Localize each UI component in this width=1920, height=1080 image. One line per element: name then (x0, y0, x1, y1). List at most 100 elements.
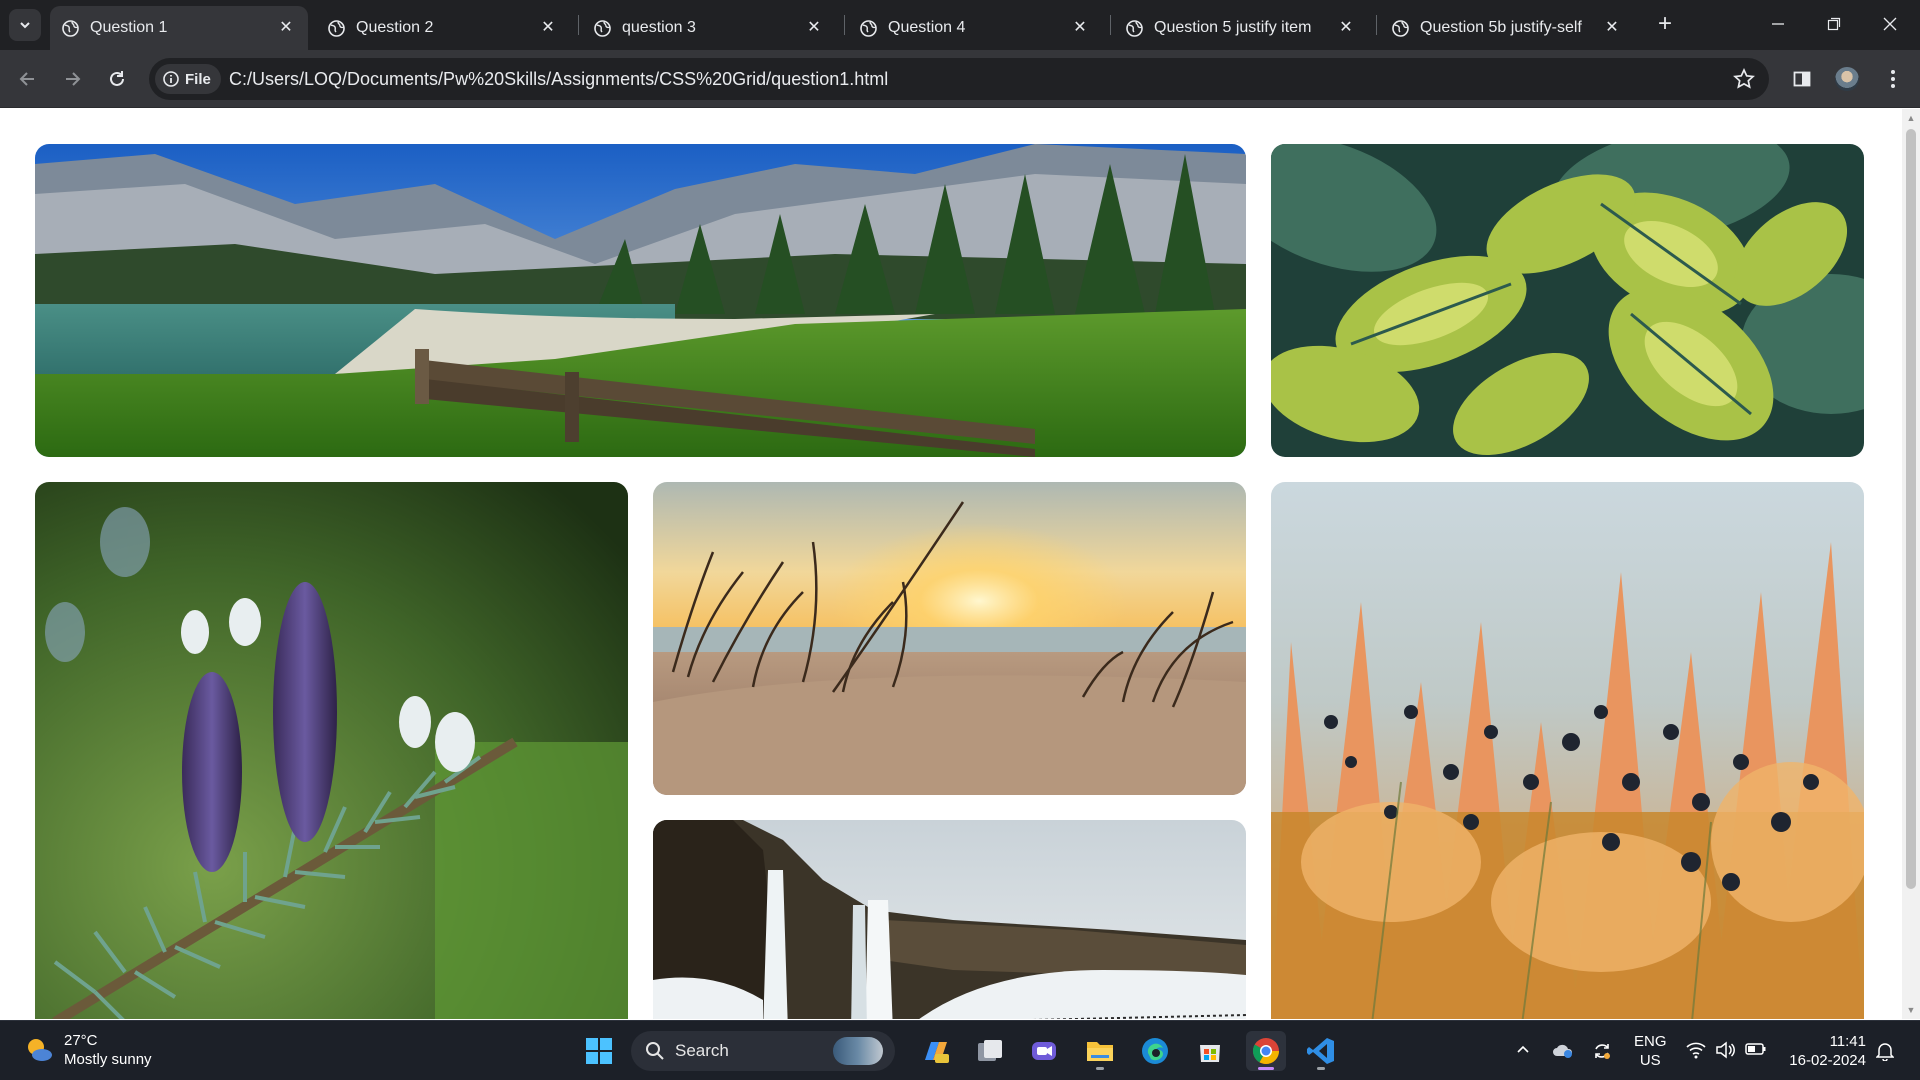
side-panel-icon (1793, 71, 1811, 87)
forward-button[interactable] (56, 63, 88, 95)
cloud-icon (1553, 1044, 1573, 1058)
taskbar: 27°C Mostly sunny Search ENG US 11:41 16… (0, 1020, 1920, 1080)
tab-question-1[interactable]: Question 1 ✕ (50, 6, 308, 50)
gallery-image-beach-sunset (653, 482, 1246, 795)
tab-separator (578, 15, 579, 35)
address-bar[interactable]: File C:/Users/LOQ/Documents/Pw%20Skills/… (149, 58, 1769, 100)
tab-title: Question 2 (356, 19, 434, 36)
page-scrollbar[interactable]: ▲ ▼ (1902, 109, 1920, 1019)
chevron-up-icon (1517, 1045, 1529, 1053)
partly-sunny-icon (28, 1039, 52, 1061)
speaker-icon (1716, 1041, 1735, 1059)
system-clock[interactable]: 11:41 16-02-2024 (1786, 1032, 1866, 1070)
reload-button[interactable] (101, 63, 133, 95)
taskbar-search[interactable]: Search (631, 1031, 895, 1071)
close-tab-icon[interactable]: ✕ (1336, 17, 1356, 37)
taskbar-app-vscode[interactable] (1301, 1031, 1341, 1071)
avatar (1835, 67, 1859, 91)
tab-title: Question 5 justify item (1154, 19, 1312, 36)
scrollbar-thumb[interactable] (1906, 129, 1916, 889)
tab-question-5b[interactable]: Question 5b justify-self ✕ (1380, 6, 1634, 50)
store-icon (1200, 1045, 1220, 1062)
weather-widget[interactable]: 27°C Mostly sunny (24, 1031, 152, 1069)
page-viewport (0, 109, 1902, 1019)
browser-menu-button[interactable] (1877, 63, 1909, 95)
tab-title: question 3 (622, 19, 696, 36)
url-text[interactable]: C:/Users/LOQ/Documents/Pw%20Skills/Assig… (229, 69, 888, 90)
wifi-tray[interactable] (1686, 1041, 1706, 1064)
tab-title: Question 4 (888, 19, 966, 36)
plus-icon: + (1657, 10, 1672, 37)
taskbar-app-file-explorer[interactable] (1080, 1031, 1120, 1071)
bell-icon (1875, 1043, 1895, 1062)
task-view-icon (978, 1040, 1002, 1061)
scroll-up-icon[interactable]: ▲ (1906, 113, 1916, 123)
arrow-right-icon (66, 72, 81, 86)
site-info-chip[interactable]: File (155, 64, 221, 94)
taskbar-app-edge[interactable] (1135, 1031, 1175, 1071)
battery-tray[interactable] (1745, 1041, 1767, 1062)
browser-toolbar: File C:/Users/LOQ/Documents/Pw%20Skills/… (0, 50, 1920, 108)
tab-strip: Question 1 ✕ Question 2 ✕ question 3 ✕ Q… (0, 0, 1920, 50)
scheme-label: File (185, 70, 211, 88)
tab-question-3[interactable]: question 3 ✕ (582, 6, 836, 50)
gallery-image-waterfall (653, 820, 1246, 1019)
globe-icon (1392, 20, 1409, 37)
sync-tray[interactable] (1592, 1041, 1612, 1066)
restore-button[interactable] (1808, 0, 1860, 48)
taskbar-app-task-view[interactable] (970, 1031, 1010, 1071)
bookmark-star-icon[interactable] (1733, 68, 1755, 90)
globe-icon (1126, 20, 1143, 37)
gallery-image-mountain-lake (35, 144, 1246, 457)
volume-tray[interactable] (1715, 1041, 1735, 1064)
notifications-button[interactable] (1875, 1041, 1895, 1066)
tab-title: Question 5b justify-self (1420, 19, 1582, 36)
edge-icon (1142, 1038, 1168, 1064)
show-hidden-icons-button[interactable] (1515, 1041, 1531, 1062)
taskbar-app-store[interactable] (1190, 1031, 1230, 1071)
gallery-image-hosta-leaves (1271, 144, 1864, 457)
input-language[interactable]: ENG US (1634, 1032, 1667, 1070)
code-editor-icon (1307, 1038, 1334, 1064)
gallery-image-fir-cones (35, 482, 628, 1019)
clock-time: 11:41 (1829, 1033, 1866, 1050)
close-tab-icon[interactable]: ✕ (1602, 17, 1622, 37)
close-tab-icon[interactable]: ✕ (1070, 17, 1090, 37)
copilot-icon (925, 1042, 949, 1063)
taskbar-app-copilot[interactable] (916, 1031, 956, 1071)
tab-question-4[interactable]: Question 4 ✕ (848, 6, 1102, 50)
back-button[interactable] (12, 63, 44, 95)
tab-question-2[interactable]: Question 2 ✕ (316, 6, 570, 50)
globe-icon (860, 20, 877, 37)
taskbar-app-chrome[interactable] (1246, 1031, 1286, 1071)
profile-button[interactable] (1831, 63, 1863, 95)
chevron-down-icon (20, 22, 30, 29)
close-tab-icon[interactable]: ✕ (276, 17, 296, 37)
close-window-button[interactable] (1864, 0, 1916, 48)
tab-title: Question 1 (90, 19, 168, 36)
close-tab-icon[interactable]: ✕ (538, 17, 558, 37)
clock-date: 16-02-2024 (1789, 1052, 1866, 1069)
onedrive-tray[interactable] (1552, 1041, 1574, 1064)
search-icon (646, 1042, 664, 1060)
wifi-icon (1686, 1042, 1706, 1059)
tab-separator (844, 15, 845, 35)
weather-condition: Mostly sunny (64, 1051, 152, 1068)
close-icon (1883, 17, 1897, 31)
start-button[interactable] (579, 1031, 619, 1071)
arrow-left-icon (19, 72, 34, 86)
tab-question-5[interactable]: Question 5 justify item ✕ (1114, 6, 1368, 50)
more-vertical-icon (1891, 70, 1895, 88)
side-panel-button[interactable] (1786, 63, 1818, 95)
scroll-down-icon[interactable]: ▼ (1906, 1005, 1916, 1015)
language-region: US (1639, 1052, 1661, 1069)
taskbar-app-teams[interactable] (1024, 1031, 1064, 1071)
info-icon (163, 71, 179, 87)
sync-icon (1595, 1044, 1610, 1059)
tab-search-button[interactable] (9, 9, 41, 41)
close-tab-icon[interactable]: ✕ (804, 17, 824, 37)
chrome-icon (1252, 1038, 1280, 1065)
new-tab-button[interactable]: + (1651, 10, 1679, 38)
minimize-button[interactable] (1752, 0, 1804, 48)
globe-icon (62, 20, 79, 37)
